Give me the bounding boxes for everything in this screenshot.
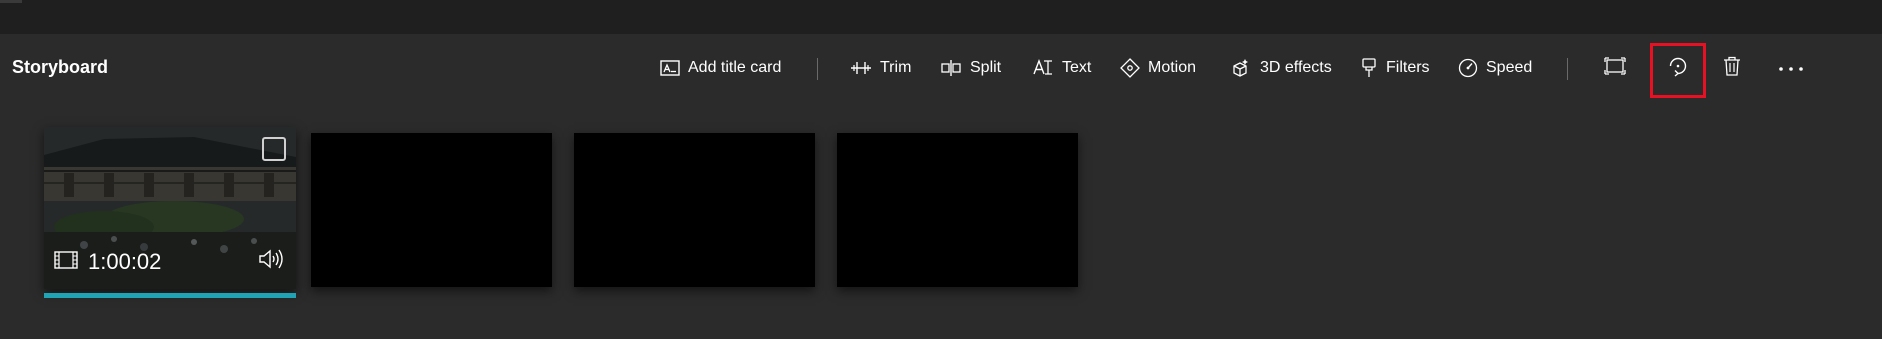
volume-button[interactable] [258, 248, 284, 275]
3d-effects-icon [1230, 58, 1252, 78]
empty-clip-slot[interactable] [837, 133, 1078, 287]
rotate-button[interactable] [1664, 54, 1692, 82]
clip-card[interactable]: 1:00:02 [44, 127, 296, 289]
delete-button[interactable] [1718, 54, 1746, 82]
text-icon [1032, 59, 1054, 77]
trim-label: Trim [880, 59, 912, 76]
rotate-icon [1667, 55, 1689, 82]
motion-icon [1120, 58, 1140, 78]
filters-label: Filters [1386, 59, 1430, 76]
toolbar-divider [1567, 58, 1568, 80]
3d-effects-label: 3D effects [1260, 59, 1332, 76]
speed-label: Speed [1486, 59, 1533, 76]
add-title-card-label: Add title card [688, 59, 782, 76]
motion-label: Motion [1148, 59, 1197, 76]
more-icon [1778, 59, 1804, 77]
empty-clip-slot[interactable] [311, 133, 552, 287]
empty-clip-slot[interactable] [574, 133, 815, 287]
trim-icon [850, 59, 872, 77]
storyboard-strip: 1:00:02 [0, 102, 1882, 339]
storyboard-header: Storyboard Add title card Trim Split Tex… [0, 34, 1882, 102]
resize-button[interactable] [1601, 54, 1629, 82]
delete-icon [1723, 56, 1741, 81]
toolbar-divider [817, 58, 818, 80]
more-options-button[interactable] [1776, 54, 1806, 82]
add-title-card-button[interactable]: Add title card [660, 54, 781, 82]
clip-select-checkbox[interactable] [262, 137, 286, 161]
trim-button[interactable]: Trim [850, 54, 911, 82]
title-bar-notch [0, 0, 22, 3]
speaker-icon [258, 249, 284, 274]
title-card-icon [660, 60, 680, 76]
split-button[interactable]: Split [940, 54, 1001, 82]
text-button[interactable]: Text [1032, 54, 1091, 82]
filters-button[interactable]: Filters [1360, 54, 1430, 82]
video-clip-icon [54, 249, 78, 275]
resize-icon [1604, 56, 1626, 81]
motion-button[interactable]: Motion [1120, 54, 1196, 82]
filters-icon [1360, 58, 1378, 78]
clip-footer: 1:00:02 [54, 249, 161, 275]
speed-icon [1458, 58, 1478, 78]
clip-progress-bar [44, 293, 296, 298]
3d-effects-button[interactable]: 3D effects [1230, 54, 1332, 82]
text-label: Text [1062, 59, 1092, 76]
title-bar [0, 0, 1882, 34]
storyboard-toolbar: Add title card Trim Split Text Motion 3D… [0, 34, 1882, 102]
split-label: Split [970, 59, 1002, 76]
speed-button[interactable]: Speed [1458, 54, 1532, 82]
split-icon [940, 59, 962, 77]
clip-duration: 1:00:02 [88, 249, 162, 274]
